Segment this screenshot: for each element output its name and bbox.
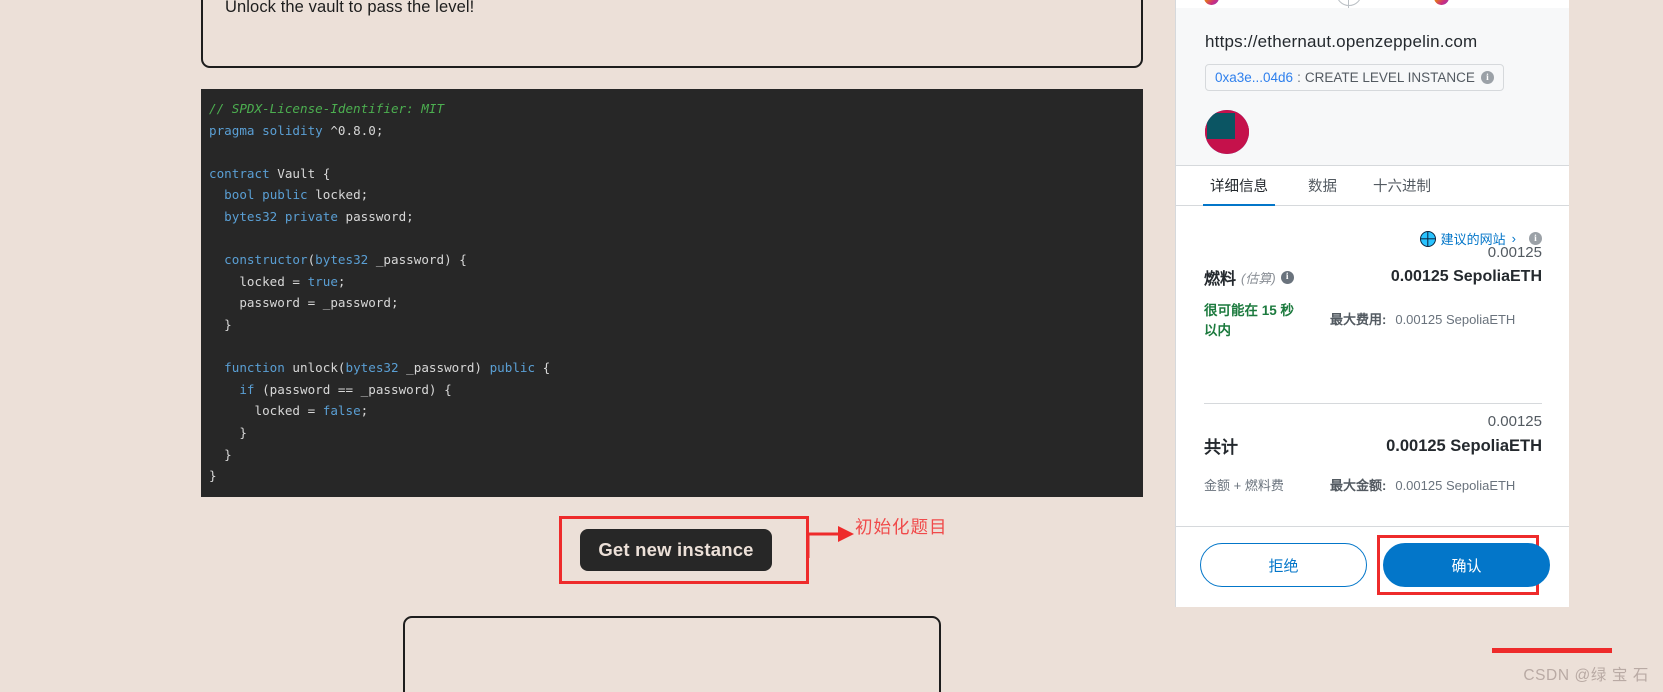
reject-button[interactable]: 拒绝 [1200, 543, 1367, 587]
gas-max-fee-label: 最大费用: [1330, 312, 1387, 327]
tab-hex[interactable]: 十六进制 [1367, 166, 1437, 206]
globe-icon [1419, 230, 1436, 247]
site-url-text: https://ethernaut.openzeppelin.com [1205, 32, 1478, 51]
metamask-top-strip [1176, 0, 1569, 8]
get-new-instance-button[interactable]: Get new instance [580, 529, 772, 571]
gas-max-fee-value: 0.00125 SepoliaETH [1395, 312, 1516, 327]
gas-estimate-note: (估算) [1241, 270, 1276, 286]
total-max-row: 最大金额: 0.00125 SepoliaETH [1330, 475, 1515, 494]
watermark-text: CSDN @绿 宝 石 [1523, 667, 1649, 684]
account-avatar-icon [1204, 0, 1219, 5]
badge-separator: : [1297, 70, 1301, 85]
page-right-gutter [1143, 0, 1175, 692]
total-sublabel: 金额 + 燃料费 [1204, 478, 1284, 493]
gas-speed-estimate: 很可能在 15 秒以内 [1204, 303, 1295, 338]
gas-eth-amount: 0.00125 SepoliaETH [1390, 268, 1542, 285]
transaction-origin-badge[interactable]: 0xa3e...04d6 : CREATE LEVEL INSTANCE i [1205, 64, 1504, 91]
network-badge-icon [1336, 0, 1362, 6]
info-icon[interactable]: i [1480, 71, 1494, 84]
ethernaut-page: Unlock the vault to pass the level! // S… [0, 0, 1247, 692]
right-background [1569, 0, 1663, 692]
total-max-label: 最大金额: [1330, 478, 1387, 493]
metamask-footer: 拒绝 确认 [1176, 526, 1569, 607]
page-left-gutter [0, 0, 200, 692]
total-eth-amount: 0.00125 SepoliaETH [1386, 437, 1542, 455]
account-avatar-secondary-icon [1434, 0, 1449, 5]
level-description-box: Unlock the vault to pass the level! [201, 0, 1143, 68]
transaction-details-body: 建议的网站 › i 燃料 (估算) i 0.00125 0.00125 Sepo… [1176, 207, 1569, 557]
total-max-value: 0.00125 SepoliaETH [1395, 478, 1516, 493]
metamask-header: https://ethernaut.openzeppelin.com 0xa3e… [1176, 8, 1569, 166]
annotation-label: 初始化题目 [855, 517, 948, 537]
gas-fiat-amount: 0.00125 [1487, 244, 1542, 261]
level-description-text: Unlock the vault to pass the level! [225, 0, 475, 16]
total-fiat-amount: 0.00125 [1487, 413, 1542, 430]
solidity-code-block: // SPDX-License-Identifier: MIT pragma s… [201, 89, 1143, 497]
confirm-button[interactable]: 确认 [1383, 543, 1550, 587]
transaction-method-text: CREATE LEVEL INSTANCE [1304, 70, 1475, 85]
solidity-code-text: // SPDX-License-Identifier: MIT pragma s… [209, 101, 551, 484]
gas-info-icon[interactable]: i [1280, 270, 1294, 284]
gas-fee-block: 燃料 (估算) i 0.00125 0.00125 SepoliaETH 很可能… [1204, 244, 1542, 338]
metamask-tabs: 详细信息 数据 十六进制 [1176, 166, 1569, 206]
metamask-confirmation-popup: https://ethernaut.openzeppelin.com 0xa3e… [1175, 0, 1569, 607]
next-section-box [403, 616, 941, 692]
tab-data[interactable]: 数据 [1302, 166, 1343, 206]
screenshot-root: Unlock the vault to pass the level! // S… [0, 0, 1663, 692]
total-block: 共计 0.00125 0.00125 SepoliaETH 金额 + 燃料费 最… [1204, 413, 1542, 493]
account-identicon-icon [1205, 110, 1249, 154]
tab-details[interactable]: 详细信息 [1203, 166, 1275, 206]
contract-address-text: 0xa3e...04d6 [1215, 70, 1294, 85]
header-divider-line [1348, 0, 1349, 8]
details-divider [1204, 403, 1542, 404]
gas-label: 燃料 [1204, 271, 1237, 288]
gas-max-fee-row: 最大费用: 0.00125 SepoliaETH [1330, 309, 1515, 328]
highlight-strip [1492, 648, 1612, 653]
